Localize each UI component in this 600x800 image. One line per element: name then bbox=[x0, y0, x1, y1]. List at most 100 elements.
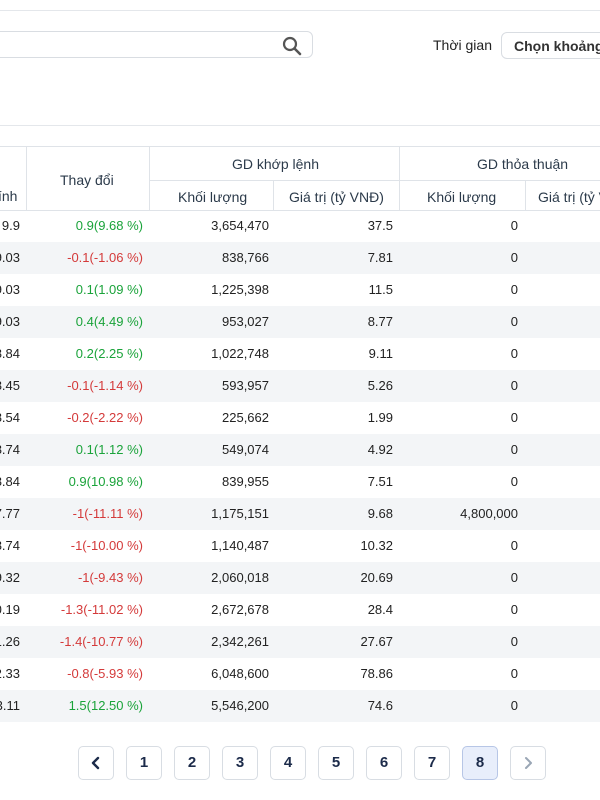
header-matched-value: Giá trị (tỷ VNĐ) bbox=[289, 189, 384, 205]
cell-price: 8.74 bbox=[0, 538, 20, 553]
chevron-right-icon bbox=[525, 757, 532, 769]
cell-price: 9.03 bbox=[0, 250, 20, 265]
page-button[interactable]: 5 bbox=[318, 746, 354, 780]
cell-change: -0.1(-1.06 %) bbox=[67, 250, 143, 265]
table-row[interactable]: 8.74 -1(-10.00 %) 1,140,487 10.32 0 bbox=[0, 530, 600, 562]
search-input[interactable] bbox=[0, 31, 313, 58]
cell-negotiated-volume: 0 bbox=[510, 250, 518, 265]
cell-price: 8.74 bbox=[0, 442, 20, 457]
cell-matched-value: 37.5 bbox=[367, 218, 393, 233]
table-row[interactable]: 13.11 1.5(12.50 %) 5,546,200 74.6 0 bbox=[0, 690, 600, 722]
section-divider bbox=[0, 125, 600, 126]
col-divider bbox=[273, 180, 274, 210]
cell-matched-value: 9.11 bbox=[368, 346, 393, 361]
table-row[interactable]: 9.03 0.4(4.49 %) 953,027 8.77 0 bbox=[0, 306, 600, 338]
cell-price: 7.77 bbox=[0, 506, 20, 521]
header-change: Thay đổi bbox=[60, 172, 114, 188]
cell-change: -0.2(-2.22 %) bbox=[67, 410, 143, 425]
cell-matched-value: 27.67 bbox=[360, 634, 393, 649]
page-button[interactable]: 2 bbox=[174, 746, 210, 780]
cell-price: 11.26 bbox=[0, 634, 20, 649]
header-matched-group: GD khớp lệnh bbox=[232, 156, 320, 172]
cell-matched-value: 20.69 bbox=[360, 570, 393, 585]
cell-matched-volume: 549,074 bbox=[222, 442, 269, 457]
table-row[interactable]: 8.54 -0.2(-2.22 %) 225,662 1.99 0 bbox=[0, 402, 600, 434]
cell-negotiated-volume: 0 bbox=[510, 698, 518, 713]
cell-negotiated-volume: 0 bbox=[510, 666, 518, 681]
cell-matched-value: 28.4 bbox=[367, 602, 393, 617]
pagination: 12345678 bbox=[0, 746, 600, 782]
table-row[interactable]: 12.33 -0.8(-5.93 %) 6,048,600 78.86 0 bbox=[0, 658, 600, 690]
cell-negotiated-volume: 0 bbox=[510, 378, 518, 393]
cell-matched-volume: 2,672,678 bbox=[211, 602, 269, 617]
cell-change: 0.4(4.49 %) bbox=[75, 314, 143, 329]
cell-change: -1(-9.43 %) bbox=[77, 570, 143, 585]
cell-price: 9.32 bbox=[0, 570, 20, 585]
cell-matched-value: 1.99 bbox=[367, 410, 393, 425]
table-row[interactable]: 9.9 0.9(9.68 %) 3,654,470 37.5 0 bbox=[0, 210, 600, 242]
cell-negotiated-volume: 0 bbox=[510, 634, 518, 649]
cell-change: 0.9(9.68 %) bbox=[75, 218, 143, 233]
cell-change: 1.5(12.50 %) bbox=[68, 698, 143, 713]
next-page-button[interactable] bbox=[510, 746, 546, 780]
cell-negotiated-volume: 0 bbox=[510, 314, 518, 329]
cell-negotiated-volume: 0 bbox=[510, 346, 518, 361]
cell-matched-value: 9.68 bbox=[367, 506, 393, 521]
cell-matched-volume: 6,048,600 bbox=[211, 666, 269, 681]
cell-matched-value: 74.6 bbox=[367, 698, 393, 713]
cell-matched-volume: 2,060,018 bbox=[211, 570, 269, 585]
col-divider bbox=[399, 147, 400, 210]
cell-matched-volume: 839,955 bbox=[222, 474, 269, 489]
page-button[interactable]: 1 bbox=[126, 746, 162, 780]
cell-matched-volume: 3,654,470 bbox=[211, 218, 269, 233]
cell-matched-value: 7.81 bbox=[367, 250, 393, 265]
table-row[interactable]: 8.84 0.2(2.25 %) 1,022,748 9.11 0 bbox=[0, 338, 600, 370]
table-row[interactable]: 9.32 -1(-9.43 %) 2,060,018 20.69 0 bbox=[0, 562, 600, 594]
table-row[interactable]: 9.03 -0.1(-1.06 %) 838,766 7.81 0 bbox=[0, 242, 600, 274]
col-divider bbox=[525, 180, 526, 210]
header-divider bbox=[150, 180, 600, 181]
page-button[interactable]: 4 bbox=[270, 746, 306, 780]
page-button[interactable]: 8 bbox=[462, 746, 498, 780]
search-icon[interactable] bbox=[282, 36, 302, 56]
table-row[interactable]: 9.03 0.1(1.09 %) 1,225,398 11.5 0 bbox=[0, 274, 600, 306]
table-row[interactable]: 8.84 0.9(10.98 %) 839,955 7.51 0 bbox=[0, 466, 600, 498]
cell-matched-volume: 593,957 bbox=[222, 378, 269, 393]
table-row[interactable]: 11.26 -1.4(-10.77 %) 2,342,261 27.67 0 bbox=[0, 626, 600, 658]
cell-price: 12.33 bbox=[0, 666, 20, 681]
cell-matched-volume: 1,140,487 bbox=[211, 538, 269, 553]
cell-change: -1.3(-11.02 %) bbox=[60, 602, 143, 617]
cell-change: -1.4(-10.77 %) bbox=[59, 634, 143, 649]
cell-price: 8.54 bbox=[0, 410, 20, 425]
page-button[interactable]: 7 bbox=[414, 746, 450, 780]
trading-table: ính Thay đổi GD khớp lệnh GD thỏa thuận … bbox=[0, 146, 600, 722]
time-range-select[interactable]: Chọn khoảng bbox=[501, 32, 600, 59]
cell-change: -1(-10.00 %) bbox=[70, 538, 143, 553]
prev-page-button[interactable] bbox=[78, 746, 114, 780]
table-row[interactable]: 7.77 -1(-11.11 %) 1,175,151 9.68 4,800,000 bbox=[0, 498, 600, 530]
cell-change: 0.9(10.98 %) bbox=[68, 474, 143, 489]
page-button[interactable]: 6 bbox=[366, 746, 402, 780]
table-row[interactable]: 8.74 0.1(1.12 %) 549,074 4.92 0 bbox=[0, 434, 600, 466]
cell-negotiated-volume: 0 bbox=[510, 442, 518, 457]
header-matched-volume: Khối lượng bbox=[178, 189, 248, 205]
header-negotiated-group: GD thỏa thuận bbox=[477, 156, 569, 172]
cell-price: 8.84 bbox=[0, 474, 20, 489]
col-divider bbox=[149, 147, 150, 210]
cell-price: 9.03 bbox=[0, 314, 20, 329]
cell-change: 0.1(1.09 %) bbox=[75, 282, 143, 297]
cell-matched-value: 78.86 bbox=[360, 666, 393, 681]
cell-matched-value: 7.51 bbox=[367, 474, 393, 489]
table-row[interactable]: 8.45 -0.1(-1.14 %) 593,957 5.26 0 bbox=[0, 370, 600, 402]
cell-price: 9.03 bbox=[0, 282, 20, 297]
cell-price: 8.45 bbox=[0, 378, 20, 393]
cell-negotiated-volume: 0 bbox=[510, 282, 518, 297]
table-row[interactable]: 10.19 -1.3(-11.02 %) 2,672,678 28.4 0 bbox=[0, 594, 600, 626]
cell-negotiated-volume: 0 bbox=[510, 538, 518, 553]
page-button[interactable]: 3 bbox=[222, 746, 258, 780]
time-label: Thời gian bbox=[433, 37, 492, 53]
cell-matched-volume: 5,546,200 bbox=[211, 698, 269, 713]
cell-negotiated-volume: 4,800,000 bbox=[460, 506, 518, 521]
cell-price: 10.19 bbox=[0, 602, 20, 617]
cell-matched-volume: 953,027 bbox=[222, 314, 269, 329]
